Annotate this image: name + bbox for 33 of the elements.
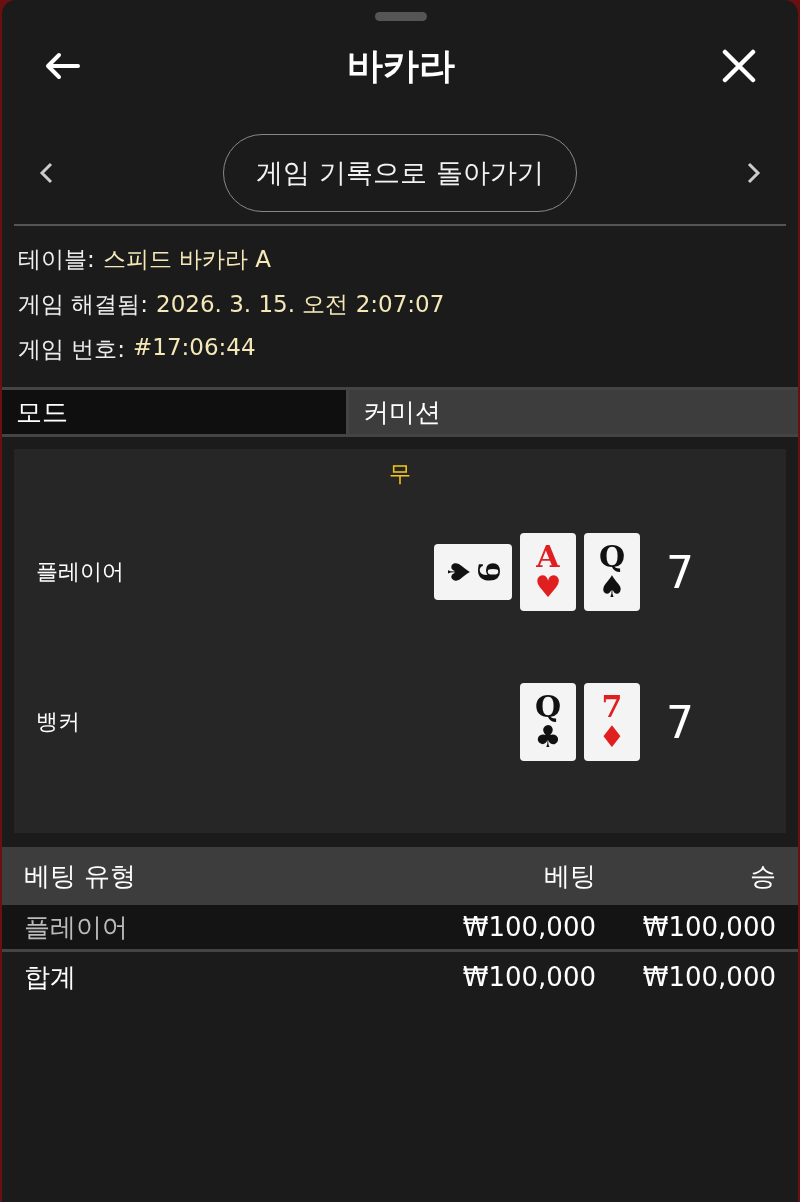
close-icon[interactable] <box>722 49 756 83</box>
table-cell-text: ₩100,000 <box>641 912 776 942</box>
playing-card: Q ♣ <box>520 683 576 761</box>
info-value: 스피드 바카라 A <box>102 245 272 274</box>
info-label: 테이블: <box>18 245 95 274</box>
mode-label: 모드 <box>2 390 349 434</box>
drag-handle[interactable] <box>375 12 427 21</box>
chevron-left-icon[interactable] <box>38 161 54 185</box>
column-header: 베팅 <box>543 859 596 893</box>
table-cell-text: ₩100,000 <box>461 912 596 942</box>
mode-value: 커미션 <box>349 390 798 434</box>
playing-card: 9 ♠ <box>434 544 512 600</box>
playing-card: Q ♠ <box>584 533 640 611</box>
table-cell-text: 플레이어 <box>24 910 129 944</box>
total-cell-text: 합계 <box>24 960 77 994</box>
column-header: 베팅 유형 <box>24 859 138 893</box>
hand-score: 7 <box>665 696 695 748</box>
info-label: 게임 해결됨: <box>18 290 149 319</box>
total-cell-text: ₩100,000 <box>461 962 596 992</box>
chevron-right-icon[interactable] <box>746 161 762 185</box>
playing-card: 7 ♦ <box>584 683 640 761</box>
hand-name: 플레이어 <box>36 558 125 586</box>
hand-score: 7 <box>665 546 695 598</box>
total-cell-text: ₩100,000 <box>641 962 776 992</box>
hand-name: 뱅커 <box>36 708 81 736</box>
info-value: 2026. 3. 15. 오전 2:07:07 <box>156 290 445 319</box>
playing-card: A ♥ <box>520 533 576 611</box>
outcome-label: 무 <box>389 460 411 488</box>
column-header: 승 <box>749 859 776 893</box>
window-title: 바카라 <box>347 43 455 88</box>
back-arrow-icon[interactable] <box>44 52 80 80</box>
info-value: #17:06:44 <box>133 334 256 362</box>
info-label: 게임 번호: <box>18 335 126 364</box>
